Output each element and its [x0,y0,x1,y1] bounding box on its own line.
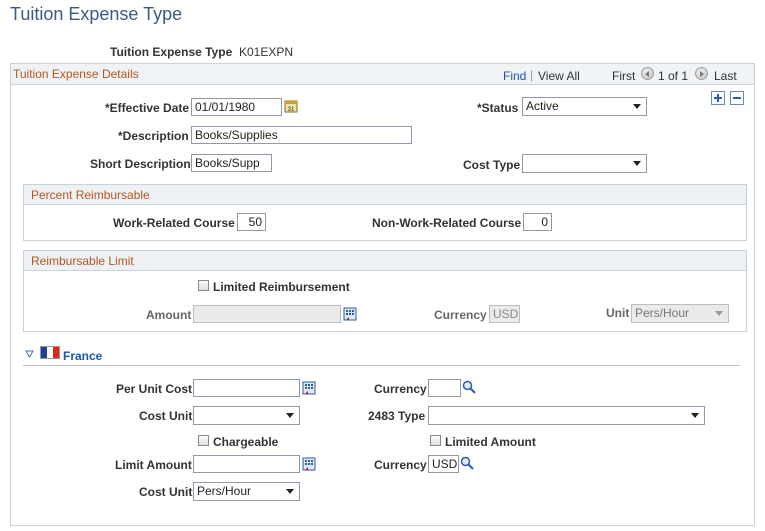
magnifier-icon[interactable] [462,380,476,394]
chargeable-checkbox[interactable] [198,435,209,446]
unit-value: Pers/Hour [635,306,690,320]
calculator-prompt-icon[interactable] [302,381,316,395]
effective-date-input[interactable]: 01/01/1980 [191,98,282,116]
calculator-prompt-icon[interactable] [343,307,357,321]
chevron-down-icon [715,311,723,316]
france-currency2-label: Currency [374,458,427,472]
france-divider [23,365,740,366]
next-row-icon[interactable] [695,67,708,80]
limited-amount-checkbox[interactable] [430,435,441,446]
type-2483-select[interactable] [428,406,705,425]
percent-reimbursable-title: Percent Reimbursable [31,188,150,202]
work-related-course-label: Work-Related Course [113,216,235,230]
first-label: First [612,69,636,83]
per-unit-cost-input[interactable] [193,379,300,397]
short-description-input[interactable]: Books/Supp [191,154,272,172]
cost-unit2-select[interactable]: Pers/Hour [193,482,300,501]
chevron-down-icon [286,489,294,494]
amount-label: Amount [146,308,192,322]
previous-row-icon[interactable] [641,67,654,80]
description-input[interactable]: Books/Supplies [191,126,412,144]
reimbursable-limit-title: Reimbursable Limit [31,254,134,268]
amount-input[interactable] [193,305,341,323]
cost-unit2-label: Cost Unit [139,485,193,499]
cost-unit-label: Cost Unit [139,409,193,423]
delete-row-button[interactable] [730,91,744,105]
type-2483-label: 2483 Type [368,409,426,423]
limit-currency-input[interactable]: USD [489,305,520,323]
unit-select[interactable]: Pers/Hour [631,304,729,323]
cost-unit-select[interactable] [193,406,300,425]
status-select[interactable]: Active [522,97,647,116]
tuition-expense-type-label: Tuition Expense Type [110,45,233,59]
collapse-triangle-icon[interactable] [25,350,34,358]
limit-amount-input[interactable] [193,455,300,473]
limited-reimbursement-checkbox[interactable] [198,280,209,291]
tuition-expense-type-value: K01EXPN [239,45,294,59]
work-related-course-input[interactable]: 50 [237,213,266,231]
details-panel-title: Tuition Expense Details [13,67,139,81]
chevron-down-icon [691,413,699,418]
france-flag-icon [40,346,60,359]
cost-type-select[interactable] [522,154,647,173]
limit-currency-label: Currency [434,308,487,322]
unit-label: Unit [606,306,630,320]
chevron-down-icon [286,413,294,418]
chargeable-label: Chargeable [213,435,279,449]
chevron-down-icon [633,161,641,166]
effective-date-label: *Effective Date [105,101,190,115]
france-currency-label: Currency [374,382,427,396]
view-all-link[interactable]: View All [538,69,580,83]
france-section-title[interactable]: France [63,349,102,363]
status-label: *Status [477,101,519,115]
status-value: Active [526,99,559,113]
cost-unit2-value: Pers/Hour [197,484,252,498]
svg-text:31: 31 [288,107,295,113]
france-currency2-input[interactable]: USD [428,455,459,473]
short-description-label: Short Description [90,157,191,171]
percent-reimbursable-panel: Percent Reimbursable [23,184,747,241]
france-currency-input[interactable] [428,379,461,397]
chevron-down-icon [633,104,641,109]
description-label: *Description [118,129,189,143]
non-work-related-course-input[interactable]: 0 [523,213,552,231]
nav-separator: | [530,68,534,82]
last-label: Last [714,69,737,83]
calculator-prompt-icon[interactable] [302,457,316,471]
add-row-button[interactable] [711,91,725,105]
cost-type-label: Cost Type [463,158,521,172]
minus-icon [733,97,741,99]
limit-amount-label: Limit Amount [115,458,192,472]
plus-icon [714,94,722,102]
per-unit-cost-label: Per Unit Cost [116,382,193,396]
find-link[interactable]: Find [503,69,526,83]
calendar-icon[interactable]: 31 [284,99,298,113]
row-position: 1 of 1 [658,69,689,83]
page-title: Tuition Expense Type [10,4,183,24]
limited-amount-label: Limited Amount [445,435,536,449]
magnifier-icon[interactable] [460,456,474,470]
limited-reimbursement-label: Limited Reimbursement [213,280,350,294]
non-work-related-course-label: Non-Work-Related Course [372,216,522,230]
